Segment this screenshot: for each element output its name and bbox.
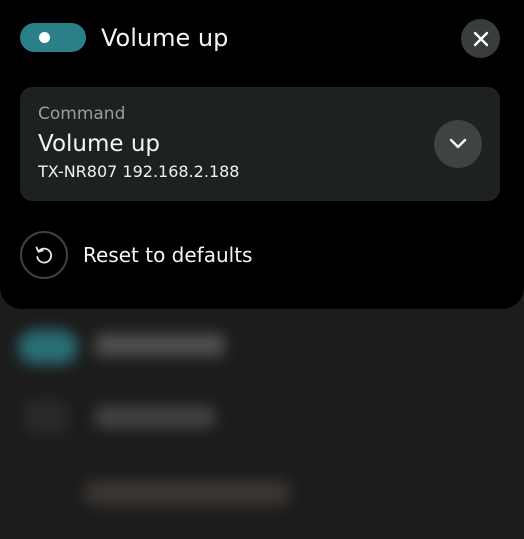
reset-label: Reset to defaults <box>83 243 253 267</box>
command-label: Command <box>38 104 126 124</box>
command-sheet: Volume up Command Volume up TX-NR807 192… <box>0 0 524 309</box>
sheet-title: Volume up <box>101 24 229 52</box>
reset-to-defaults-button[interactable]: Reset to defaults <box>20 231 320 279</box>
toggle-knob <box>39 32 50 43</box>
background-toggle <box>18 330 78 364</box>
chevron-down-icon <box>449 138 467 149</box>
background-icon <box>24 400 68 434</box>
close-button[interactable] <box>461 19 500 58</box>
close-icon <box>473 31 488 46</box>
reset-icon <box>20 231 68 279</box>
enable-toggle[interactable] <box>20 23 86 52</box>
background-item <box>95 406 215 428</box>
background-item <box>85 480 290 506</box>
background-item <box>95 334 225 356</box>
device-address: TX-NR807 192.168.2.188 <box>38 162 240 181</box>
command-select[interactable]: Command Volume up TX-NR807 192.168.2.188 <box>20 87 500 201</box>
command-value: Volume up <box>38 131 161 157</box>
command-dropdown-button[interactable] <box>434 120 482 168</box>
